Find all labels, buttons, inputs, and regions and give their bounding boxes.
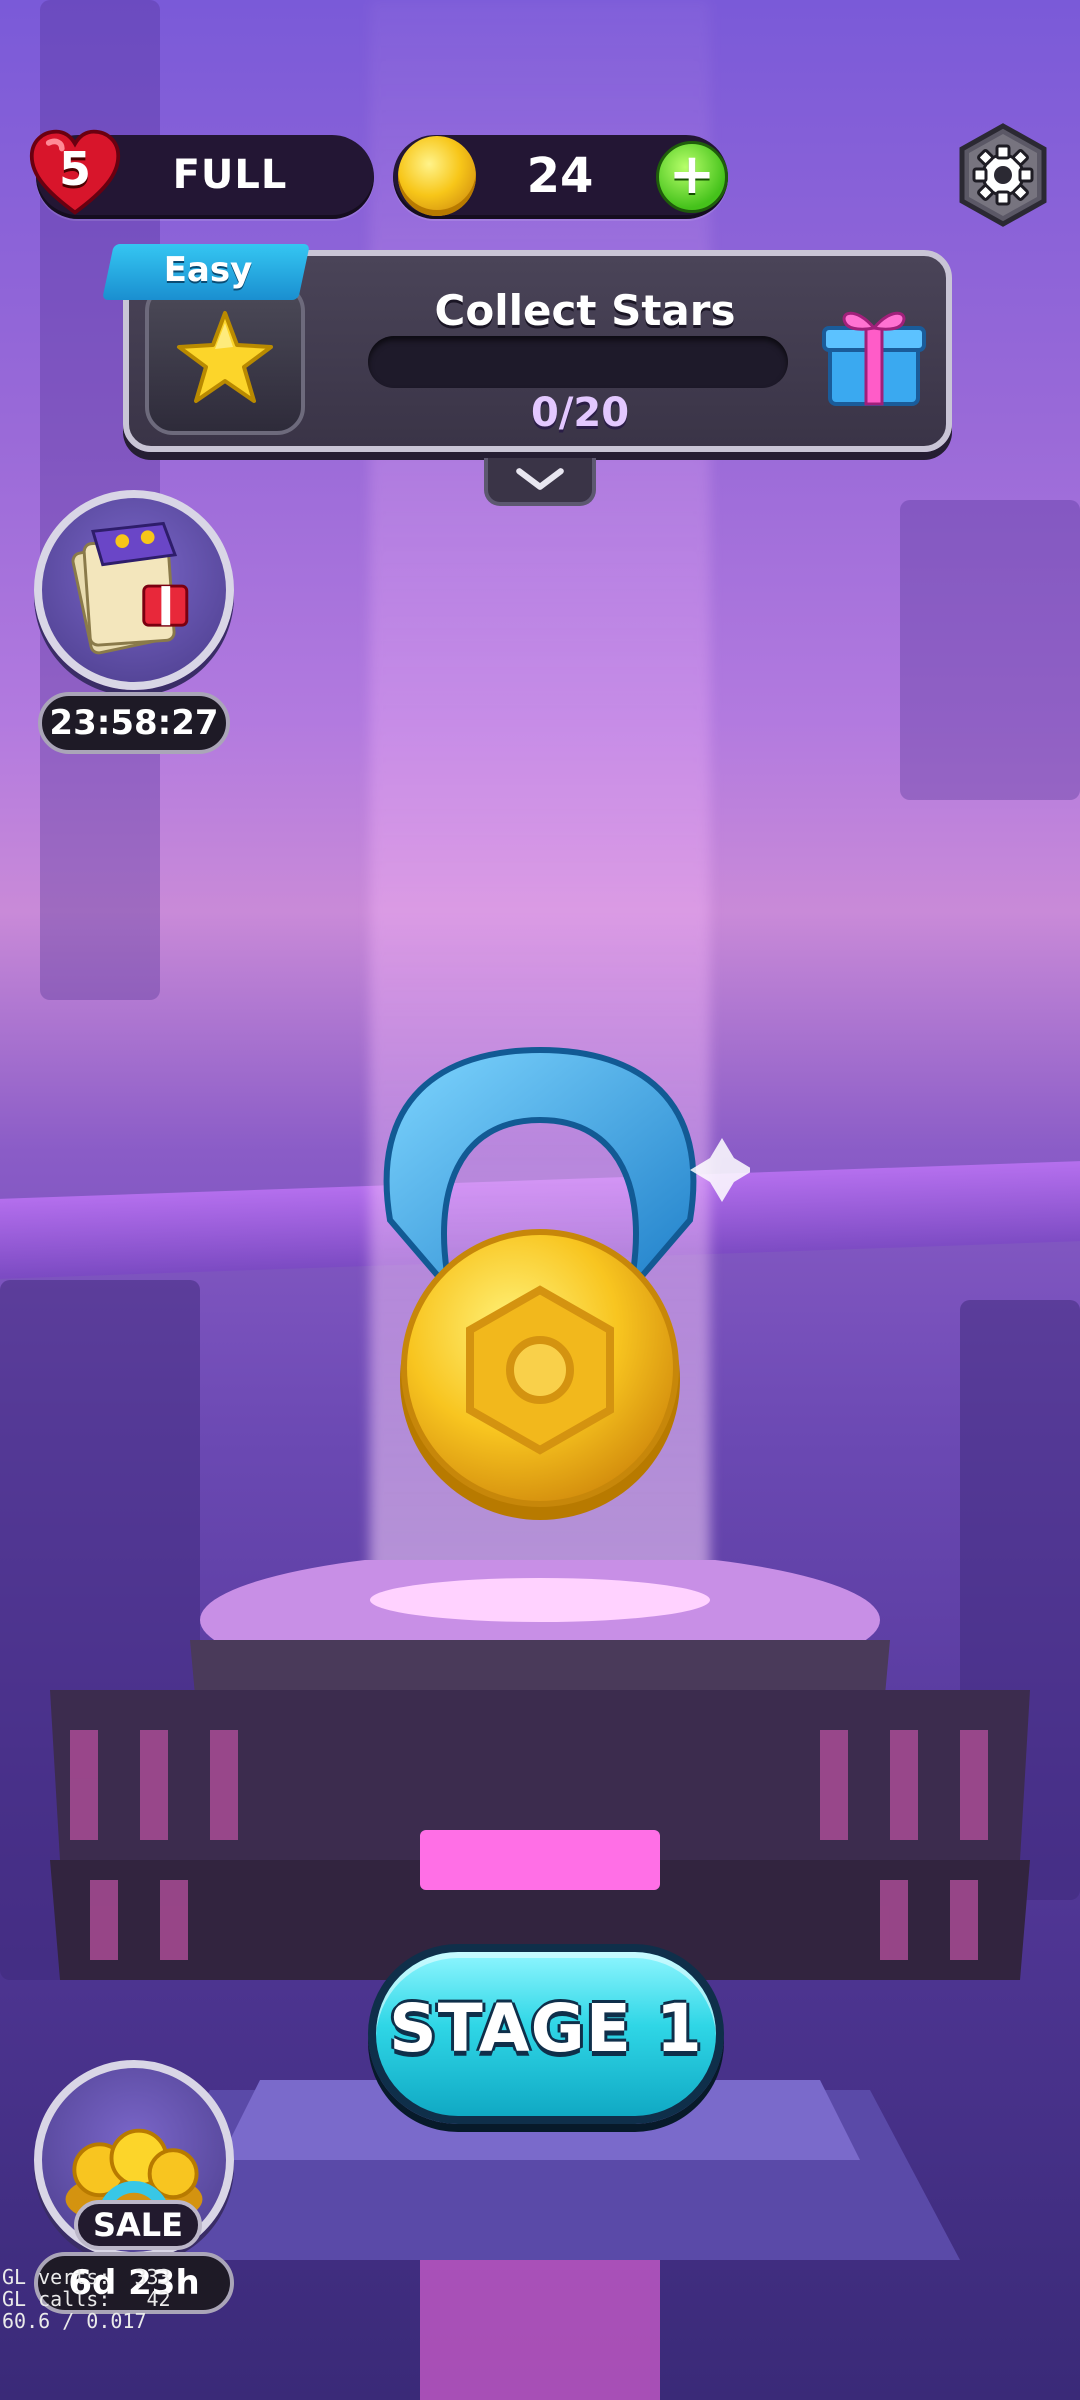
coin-icon [398, 136, 476, 216]
gear-icon[interactable] [950, 122, 1056, 228]
star-icon [177, 311, 273, 403]
lives-status: FULL [172, 152, 288, 198]
coins-amount: 24 [526, 148, 594, 204]
quest-progress-bar [368, 336, 788, 388]
card-deck-icon [71, 521, 189, 655]
lives-count: 5 [58, 142, 91, 196]
add-coins-button[interactable]: + [656, 141, 728, 213]
debug-line: 60.6 / 0.017 [2, 2309, 147, 2333]
debug-line: GL verts: 333 [2, 2265, 171, 2289]
debug-overlay: GL verts: 333 GL calls: 42 60.6 / 0.017 [2, 2266, 171, 2332]
chevron-down-icon [516, 468, 564, 490]
quest-expand-button[interactable] [484, 458, 596, 506]
stage-button-label: STAGE 1 [389, 1990, 703, 2067]
quest-star-box [145, 283, 305, 435]
difficulty-label: Easy [163, 250, 253, 290]
sale-badge: SALE [74, 2200, 202, 2250]
medal-icon[interactable] [330, 1040, 750, 1530]
debug-line: GL calls: 42 [2, 2287, 171, 2311]
quest-progress-text: 0/20 [530, 390, 630, 436]
card-offer-button[interactable] [34, 490, 234, 690]
quest-title: Collect Stars [434, 286, 736, 335]
card-offer-timer: 23:58:27 [38, 692, 230, 754]
gift-icon[interactable] [820, 298, 928, 410]
